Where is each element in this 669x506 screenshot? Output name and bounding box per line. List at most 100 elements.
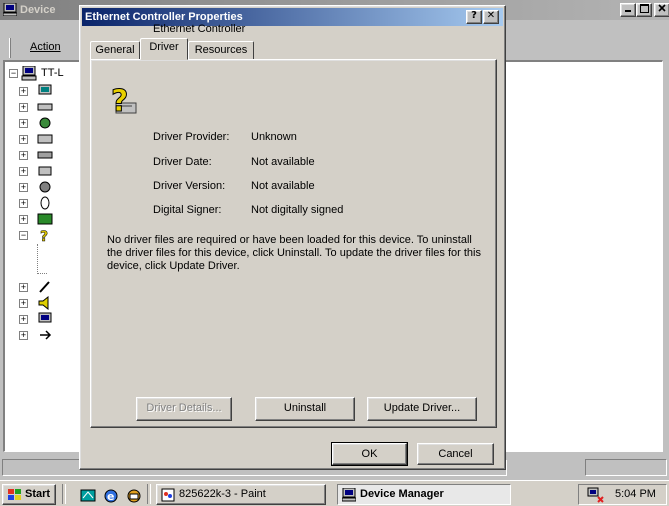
expand-icon[interactable]: + <box>19 183 28 192</box>
task-device-manager[interactable]: Device Manager <box>337 484 511 505</box>
tree-item-system[interactable]: + <box>19 312 79 328</box>
expand-icon[interactable]: + <box>19 151 28 160</box>
dialog-title: Ethernet Controller Properties <box>85 11 243 23</box>
system-icon <box>38 312 52 323</box>
ok-button[interactable]: OK <box>331 442 408 466</box>
expand-icon[interactable]: + <box>19 331 28 340</box>
tree-item-modem[interactable]: + <box>19 116 79 132</box>
expand-icon[interactable]: + <box>19 199 28 208</box>
tree-line <box>37 244 47 274</box>
keyboard-icon <box>37 103 53 111</box>
collapse-icon[interactable]: − <box>9 69 18 78</box>
help-icon: ? <box>471 10 477 21</box>
driver-version-value: Not available <box>251 180 315 192</box>
update-driver-label: Update Driver... <box>383 402 461 414</box>
driver-date-value: Not available <box>251 156 315 168</box>
maximize-icon <box>639 4 649 13</box>
expand-icon[interactable]: + <box>19 283 28 292</box>
tab-resources[interactable]: Resources <box>188 41 254 59</box>
network-icon <box>39 117 51 129</box>
status-pane <box>585 459 667 476</box>
minimize-button[interactable] <box>620 3 636 17</box>
tree-item-network[interactable]: + <box>19 212 79 228</box>
desktop-icon[interactable] <box>80 488 96 504</box>
monitor-icon <box>38 84 52 95</box>
outlook-express-icon[interactable] <box>126 488 142 504</box>
gear-icon <box>39 181 51 193</box>
expand-icon[interactable]: + <box>19 299 28 308</box>
tab-general[interactable]: General <box>90 41 140 59</box>
ide-controller-icon <box>38 166 52 176</box>
driver-date-label: Driver Date: <box>153 156 212 168</box>
tree-item-other-devices[interactable]: −? <box>19 228 79 244</box>
svg-text:e: e <box>107 490 114 503</box>
network-adapter-icon <box>37 213 53 225</box>
floppy-drive-icon <box>37 151 53 159</box>
driver-provider-value: Unknown <box>251 131 297 143</box>
task-paint[interactable]: 825622k-3 - Paint <box>156 484 326 505</box>
svg-text:?: ? <box>111 84 128 117</box>
tree-item-keyboard[interactable]: + <box>19 100 79 116</box>
internet-explorer-icon[interactable]: e <box>103 488 119 504</box>
tree-item-ports[interactable]: + <box>19 280 79 296</box>
maximize-button[interactable] <box>636 3 652 17</box>
uninstall-label: Uninstall <box>283 402 327 414</box>
tab-label: Driver <box>149 41 179 53</box>
update-driver-button[interactable]: Update Driver... <box>367 397 477 421</box>
close-icon <box>658 4 666 12</box>
expand-icon[interactable]: + <box>19 315 28 324</box>
expand-icon[interactable]: + <box>19 103 28 112</box>
tree-item-floppy[interactable]: + <box>19 148 79 164</box>
tree-root-label: TT-L <box>41 67 64 79</box>
close-button[interactable] <box>654 3 669 17</box>
help-button[interactable]: ? <box>466 10 482 24</box>
windows-logo-icon <box>8 489 21 500</box>
properties-dialog: Ethernet Controller Properties ? ✕ Gener… <box>79 5 506 470</box>
tab-label: General <box>95 44 135 56</box>
uninstall-button[interactable]: Uninstall <box>255 397 355 421</box>
taskbar-separator <box>147 484 151 504</box>
tree-item-usb[interactable]: + <box>19 328 79 344</box>
dialog-titlebar[interactable]: Ethernet Controller Properties ? ✕ <box>82 8 503 26</box>
collapse-icon[interactable]: − <box>19 231 28 240</box>
dialog-close-button[interactable]: ✕ <box>483 10 499 24</box>
computer-icon <box>3 3 17 16</box>
tab-label: Resources <box>194 44 248 56</box>
start-label: Start <box>25 488 51 500</box>
tree-item-keyboards[interactable]: + <box>19 180 79 196</box>
driver-version-label: Driver Version: <box>153 180 226 192</box>
close-icon: ✕ <box>486 10 496 21</box>
tree-item-mice[interactable]: + <box>19 196 79 212</box>
unknown-device-icon: ? <box>111 84 137 117</box>
taskbar-separator <box>62 484 66 504</box>
driver-details-label: Driver Details... <box>146 402 222 414</box>
taskbar: Start e 825622k-3 - Paint Device Manager… <box>0 480 669 506</box>
usb-icon <box>40 330 52 340</box>
tree-item-sound[interactable]: + <box>19 296 79 312</box>
mouse-icon <box>40 196 50 210</box>
tab-driver[interactable]: Driver <box>140 38 188 60</box>
network-status-icon[interactable] <box>587 487 605 503</box>
digital-signer-value: Not digitally signed <box>251 204 344 216</box>
expand-icon[interactable]: + <box>19 215 28 224</box>
menu-action[interactable]: Action <box>9 38 72 58</box>
computer-icon <box>342 488 356 502</box>
tree-item-disk[interactable]: + <box>19 132 79 148</box>
expand-icon[interactable]: + <box>19 135 28 144</box>
ok-label: OK <box>361 448 378 460</box>
expand-icon[interactable]: + <box>19 87 28 96</box>
tree-item-display[interactable]: + <box>19 84 79 100</box>
tree-item-ide[interactable]: + <box>19 164 79 180</box>
minimize-icon <box>625 10 631 12</box>
start-button[interactable]: Start <box>2 484 56 505</box>
clock[interactable]: 5:04 PM <box>615 488 656 500</box>
menu-action-label: Action <box>30 41 61 53</box>
device-manager-title: Device <box>20 4 56 16</box>
device-name: Ethernet Controller <box>153 23 246 35</box>
expand-icon[interactable]: + <box>19 167 28 176</box>
system-tray: 5:04 PM <box>578 484 667 505</box>
digital-signer-label: Digital Signer: <box>153 204 222 216</box>
driver-details-button[interactable]: Driver Details... <box>136 397 232 421</box>
cancel-button[interactable]: Cancel <box>417 443 494 465</box>
expand-icon[interactable]: + <box>19 119 28 128</box>
